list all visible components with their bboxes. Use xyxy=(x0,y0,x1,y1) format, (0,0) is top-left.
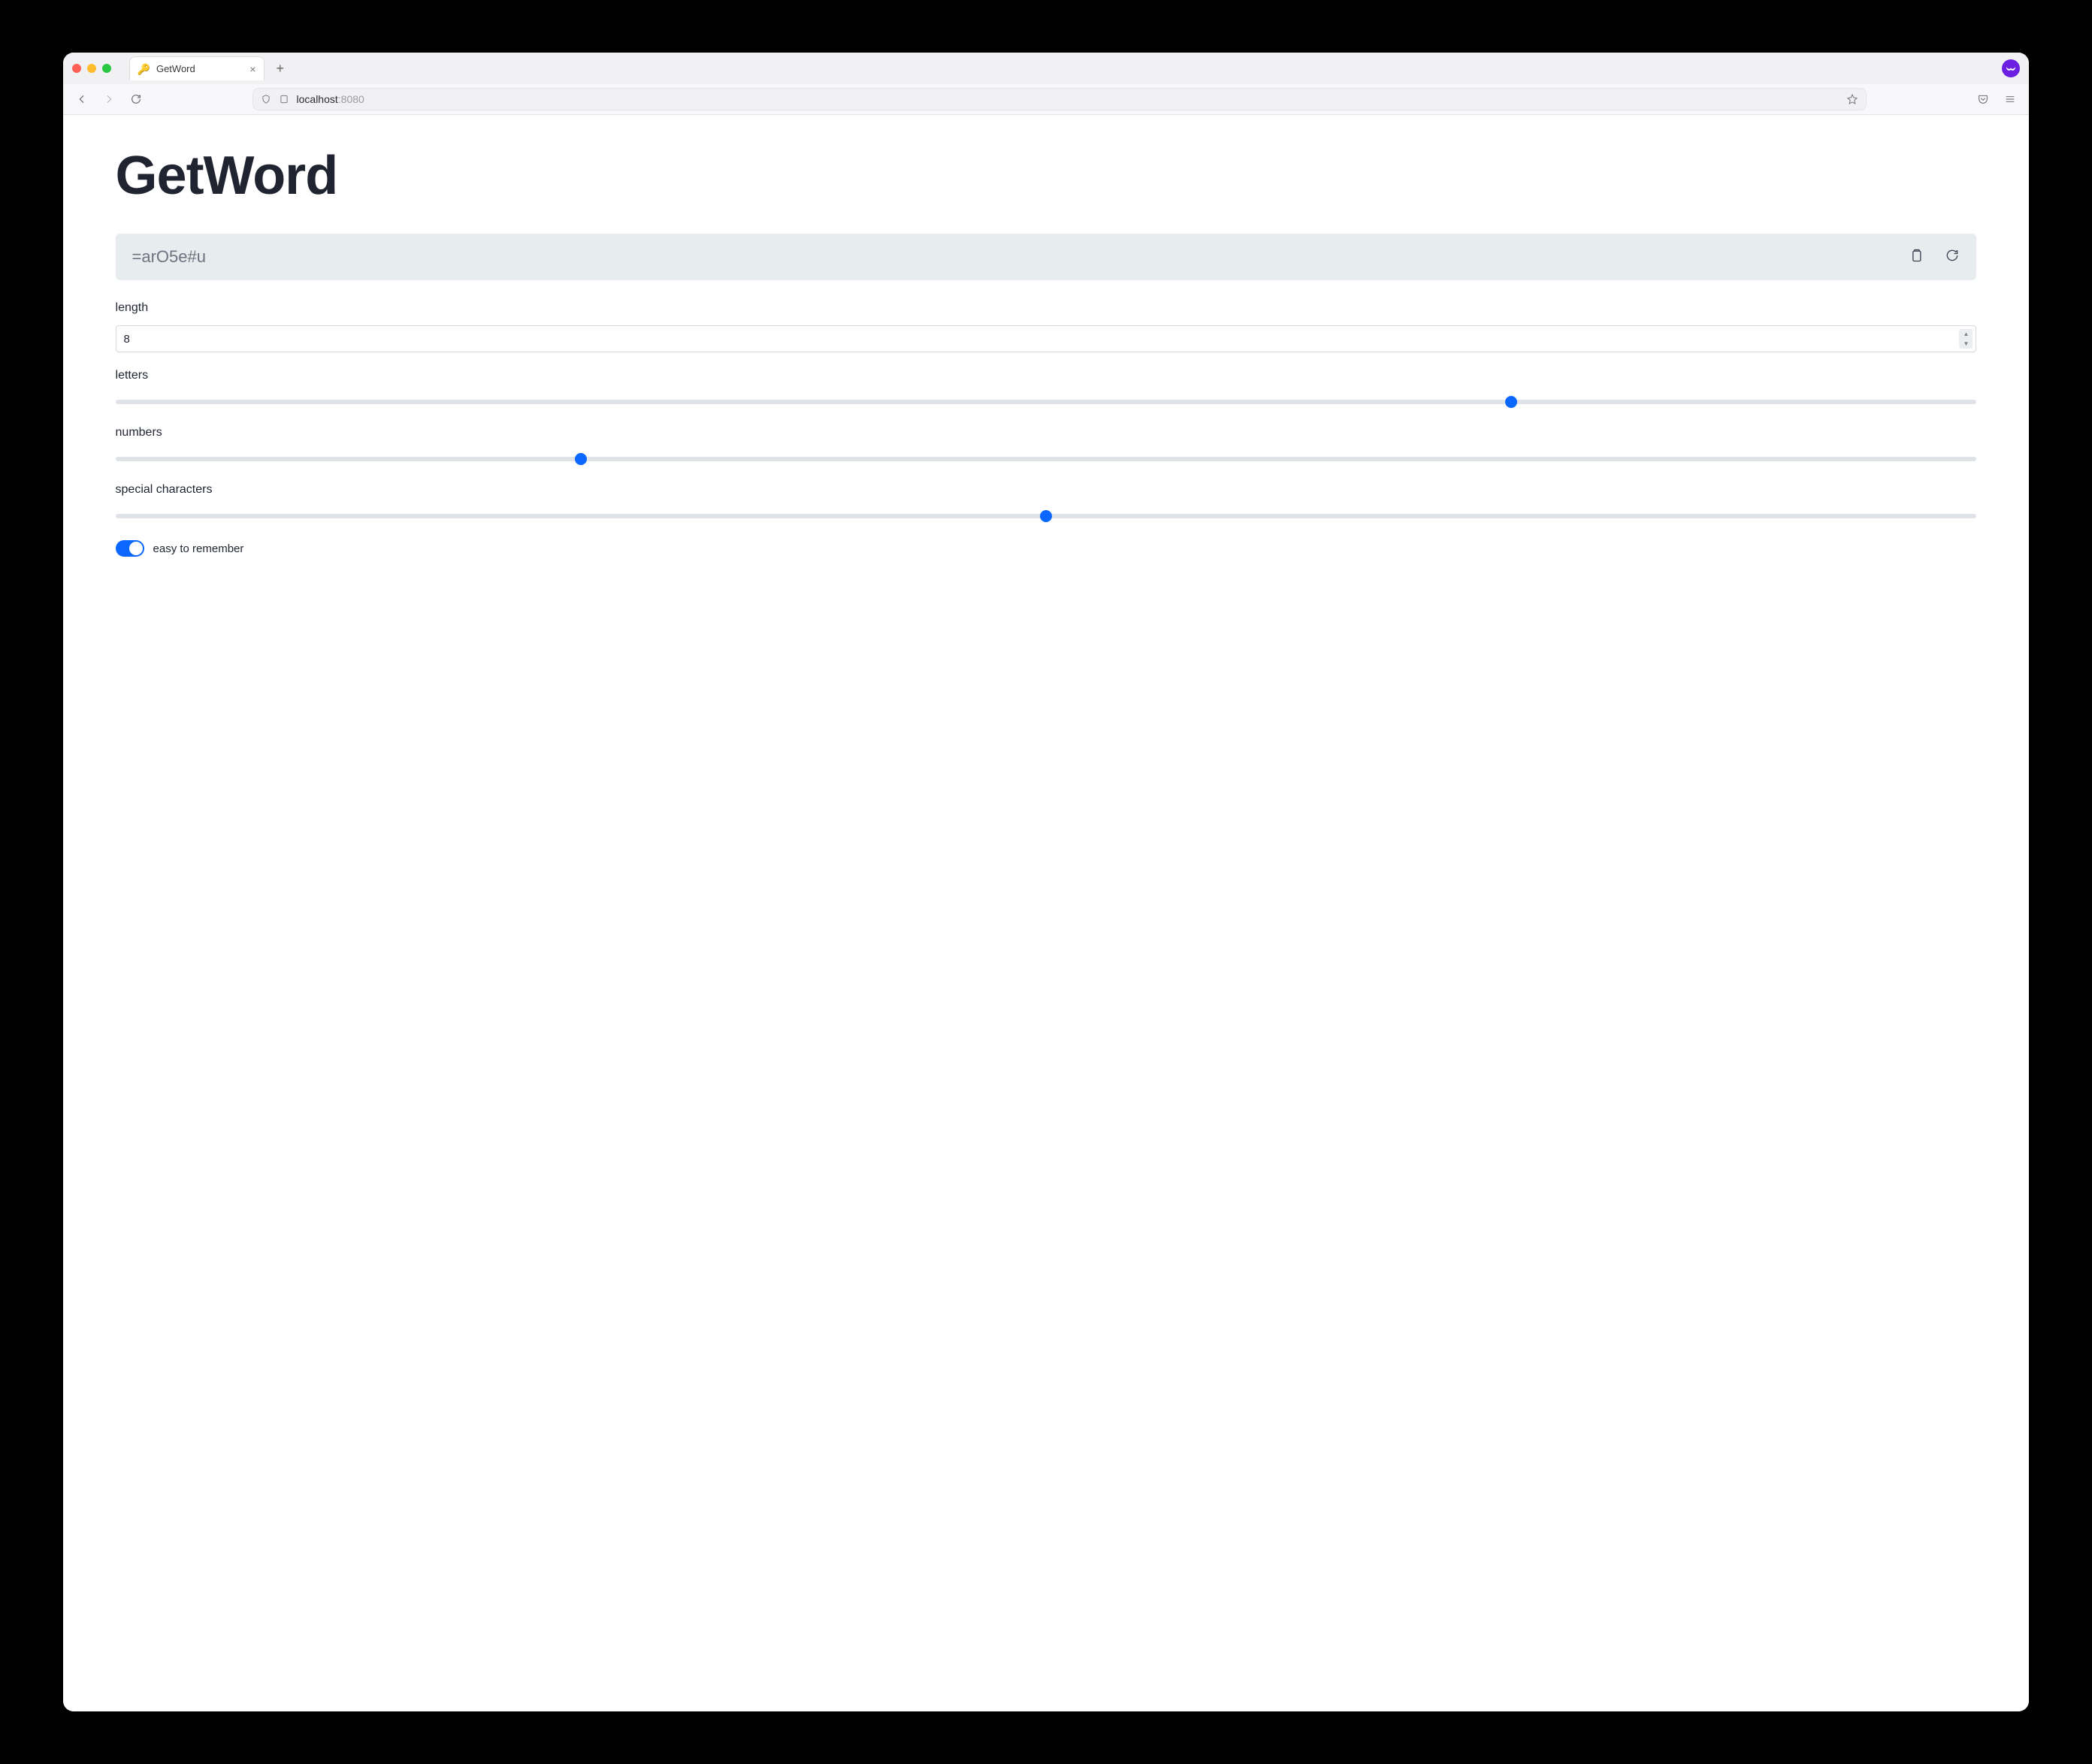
numbers-label: numbers xyxy=(116,426,1977,439)
remember-label: easy to remember xyxy=(153,542,244,555)
new-tab-button[interactable]: + xyxy=(272,61,289,77)
maximize-window-button[interactable] xyxy=(102,64,111,73)
tab-strip: 🔑 GetWord × + xyxy=(63,53,2030,84)
page-icon xyxy=(279,94,289,104)
numbers-field: numbers xyxy=(116,426,1977,467)
slider-track xyxy=(116,400,1977,404)
length-input[interactable]: 8 ▲ ▼ xyxy=(116,325,1977,352)
key-icon: 🔑 xyxy=(138,64,150,74)
special-field: special characters xyxy=(116,483,1977,524)
refresh-icon xyxy=(1945,248,1960,263)
shield-icon xyxy=(261,94,271,104)
chevron-down-icon[interactable]: ▼ xyxy=(1959,339,1973,349)
copy-button[interactable] xyxy=(1909,248,1924,267)
browser-window: 🔑 GetWord × + xyxy=(63,53,2030,1711)
slider-track xyxy=(116,457,1977,461)
slider-thumb[interactable] xyxy=(575,453,587,465)
chevron-up-icon[interactable]: ▲ xyxy=(1959,329,1973,339)
length-field: length 8 ▲ ▼ xyxy=(116,301,1977,352)
browser-toolbar: localhost:8080 xyxy=(63,84,2030,114)
bookmark-button[interactable] xyxy=(1846,93,1858,105)
special-slider[interactable] xyxy=(116,509,1977,524)
slider-thumb[interactable] xyxy=(1505,396,1517,408)
clipboard-icon xyxy=(1909,248,1924,263)
toolbar-right xyxy=(1975,91,2018,107)
special-label: special characters xyxy=(116,483,1977,497)
tab-title: GetWord xyxy=(156,63,195,74)
password-text: =arO5e#u xyxy=(132,247,206,267)
browser-chrome: 🔑 GetWord × + xyxy=(63,53,2030,115)
minimize-window-button[interactable] xyxy=(87,64,96,73)
length-value: 8 xyxy=(124,333,130,346)
remember-field: easy to remember xyxy=(116,540,1977,557)
page-content: GetWord =arO5e#u length 8 ▲ ▼ xyxy=(63,115,2030,1711)
mask-icon xyxy=(2005,65,2017,72)
letters-field: letters xyxy=(116,369,1977,409)
page-title: GetWord xyxy=(116,145,1977,207)
url-port: :8080 xyxy=(338,93,364,105)
regenerate-button[interactable] xyxy=(1945,248,1960,267)
close-tab-button[interactable]: × xyxy=(249,63,255,75)
length-stepper[interactable]: ▲ ▼ xyxy=(1959,329,1973,349)
browser-tab[interactable]: 🔑 GetWord × xyxy=(129,56,265,80)
password-output: =arO5e#u xyxy=(116,234,1977,280)
window-controls xyxy=(72,64,111,73)
password-actions xyxy=(1909,248,1960,267)
url-host: localhost xyxy=(297,93,338,105)
menu-button[interactable] xyxy=(2002,91,2018,107)
remember-toggle[interactable] xyxy=(116,540,144,557)
length-label: length xyxy=(116,301,1977,315)
numbers-slider[interactable] xyxy=(116,452,1977,467)
letters-slider[interactable] xyxy=(116,394,1977,409)
close-window-button[interactable] xyxy=(72,64,81,73)
letters-label: letters xyxy=(116,369,1977,382)
pocket-button[interactable] xyxy=(1975,91,1991,107)
address-bar[interactable]: localhost:8080 xyxy=(252,88,1867,110)
forward-button[interactable] xyxy=(101,91,117,107)
url-text: localhost:8080 xyxy=(297,93,364,105)
reload-button[interactable] xyxy=(128,91,144,107)
profile-badge[interactable] xyxy=(2002,59,2020,77)
slider-thumb[interactable] xyxy=(1040,510,1052,522)
back-button[interactable] xyxy=(74,91,90,107)
toggle-knob xyxy=(129,542,143,555)
